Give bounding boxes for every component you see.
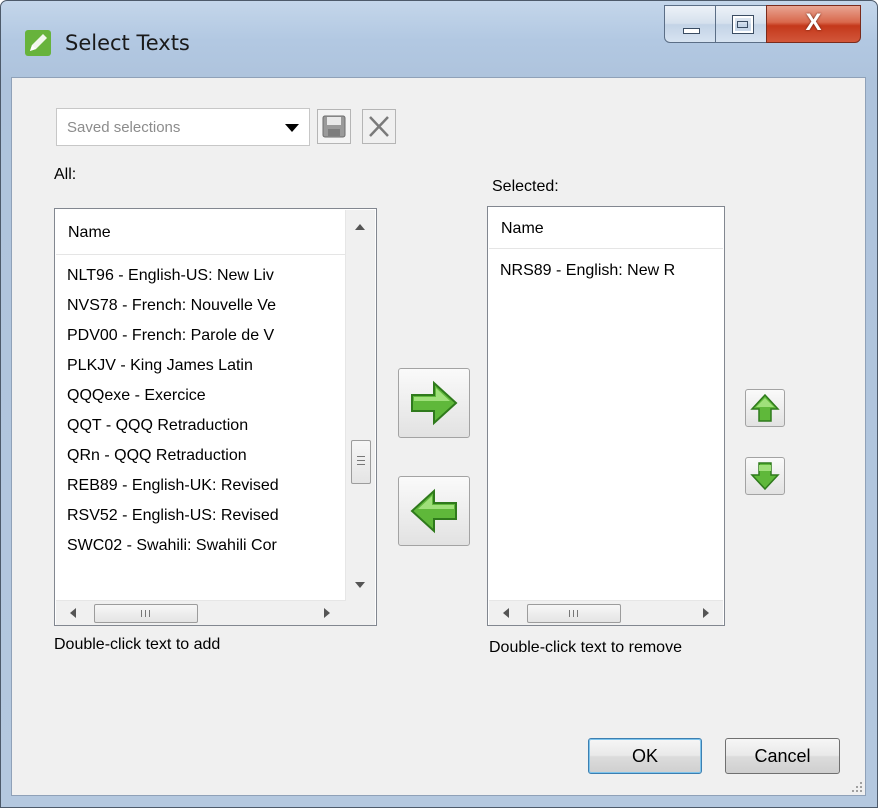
scroll-up-icon[interactable] [355, 224, 365, 230]
resize-grip-icon[interactable] [850, 780, 864, 794]
save-selection-button[interactable] [317, 109, 351, 144]
selected-label: Selected: [492, 178, 559, 195]
arrow-left-icon [410, 488, 457, 534]
scrollbar-corner [346, 600, 375, 625]
close-button[interactable]: X [766, 5, 861, 43]
scroll-right-icon[interactable] [703, 608, 709, 618]
list-item[interactable]: QQQexe - Exercice [67, 387, 206, 405]
window-title: Select Texts [65, 31, 190, 55]
list-item[interactable]: NLT96 - English-US: New Liv [67, 267, 274, 285]
minimize-button[interactable] [664, 5, 716, 43]
save-icon [322, 115, 346, 138]
arrow-up-icon [750, 393, 780, 422]
add-text-button[interactable] [398, 368, 470, 438]
cancel-button[interactable]: Cancel [725, 738, 840, 774]
all-name-column-header[interactable]: Name [56, 210, 347, 255]
arrow-down-icon [750, 462, 780, 491]
list-item[interactable]: RSV52 - English-US: Revised [67, 507, 279, 525]
maximize-button[interactable] [715, 5, 767, 43]
list-item[interactable]: SWC02 - Swahili: Swahili Cor [67, 537, 277, 555]
close-icon: X [805, 9, 822, 36]
saved-selections-placeholder: Saved selections [67, 119, 181, 136]
selected-hint: Double-click text to remove [489, 639, 682, 656]
list-item[interactable]: QRn - QQQ Retraduction [67, 447, 247, 465]
list-item[interactable]: NVS78 - French: Nouvelle Ve [67, 297, 276, 315]
dialog-body: Saved selections All: Name NLT96 - Engli… [11, 77, 866, 796]
list-item[interactable]: NRS89 - English: New R [500, 262, 675, 280]
list-item[interactable]: QQT - QQQ Retraduction [67, 417, 248, 435]
scroll-left-icon[interactable] [503, 608, 509, 618]
chevron-down-icon [285, 124, 299, 132]
delete-selection-button[interactable] [362, 109, 396, 144]
pencil-icon [25, 30, 51, 56]
selected-horizontal-scrollbar[interactable] [489, 600, 723, 625]
all-vertical-scrollbar[interactable] [345, 210, 375, 600]
all-label: All: [54, 166, 77, 183]
select-texts-dialog: Select Texts X Saved selections All: Nam… [0, 0, 878, 808]
scroll-down-icon[interactable] [355, 582, 365, 588]
list-item[interactable]: PDV00 - French: Parole de V [67, 327, 274, 345]
horizontal-scroll-thumb[interactable] [527, 604, 621, 623]
list-item[interactable]: PLKJV - King James Latin [67, 357, 253, 375]
column-header-label: Name [501, 220, 544, 237]
saved-selections-dropdown[interactable]: Saved selections [56, 108, 310, 146]
delete-x-icon [369, 116, 389, 137]
list-item[interactable]: REB89 - English-UK: Revised [67, 477, 279, 495]
scroll-right-icon[interactable] [324, 608, 330, 618]
all-texts-list[interactable]: Name NLT96 - English-US: New Liv NVS78 -… [54, 208, 377, 626]
remove-text-button[interactable] [398, 476, 470, 546]
selected-texts-list[interactable]: Name NRS89 - English: New R [487, 206, 725, 626]
vertical-scroll-thumb[interactable] [351, 440, 371, 484]
all-hint: Double-click text to add [54, 636, 221, 653]
all-horizontal-scrollbar[interactable] [56, 600, 347, 625]
title-bar[interactable]: Select Texts X [1, 1, 877, 77]
arrow-right-icon [411, 380, 458, 426]
ok-button[interactable]: OK [588, 738, 702, 774]
move-up-button[interactable] [745, 389, 785, 427]
horizontal-scroll-thumb[interactable] [94, 604, 198, 623]
move-down-button[interactable] [745, 457, 785, 495]
scroll-left-icon[interactable] [70, 608, 76, 618]
column-header-label: Name [68, 224, 111, 241]
selected-name-column-header[interactable]: Name [489, 208, 723, 249]
